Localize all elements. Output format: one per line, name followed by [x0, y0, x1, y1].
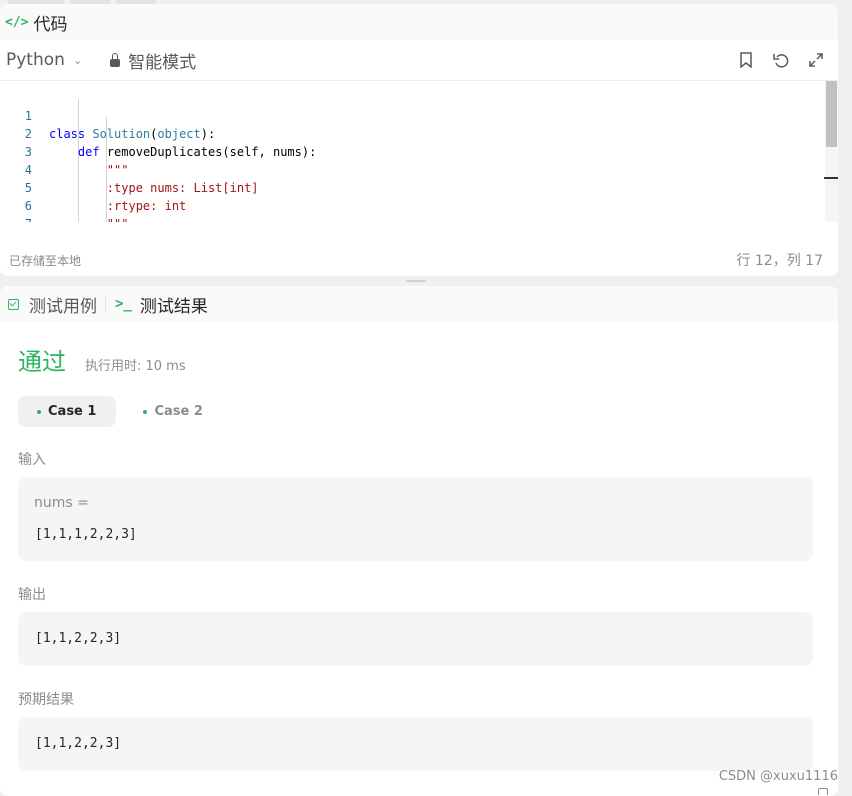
code-text: def removeDuplicates(self, nums): [77, 145, 317, 159]
code-panel-title: 代码 [33, 14, 68, 35]
mode-indicator[interactable]: 智能模式 [110, 48, 196, 73]
expected-box: [1,1,2,2,3] [18, 717, 813, 771]
undo-icon[interactable] [771, 50, 791, 70]
watermark: CSDN @xuxu1116 [718, 769, 838, 784]
scrollbar-thumb[interactable] [826, 81, 837, 147]
chevron-down-icon: ⌄ [72, 53, 83, 67]
expected-label: 预期结果 [18, 692, 74, 708]
code-icon: </> [5, 14, 29, 30]
code-text: """ [49, 163, 129, 177]
verdict-status: 通过 [18, 348, 66, 376]
output-label: 输出 [18, 587, 46, 603]
pass-dot-icon [37, 409, 41, 414]
mode-label: 智能模式 [128, 52, 197, 73]
case-tab-1[interactable]: Case 1 [18, 396, 117, 427]
code-line: 3 """ [0, 125, 129, 177]
input-label: 输入 [18, 452, 46, 468]
verdict-row: 通过 执行用时: 10 ms [18, 342, 186, 377]
language-selector[interactable]: Python ⌄ [6, 50, 82, 70]
case-label: Case 1 [48, 404, 97, 419]
code-line: 2 def removeDuplicates(self, nums): [0, 107, 317, 159]
code-text: """ [49, 215, 129, 222]
panel-resize-handle[interactable] [406, 280, 426, 282]
tab-testcases-label: 测试用例 [29, 296, 97, 317]
input-value: [1,1,1,2,2,3] [35, 527, 137, 542]
save-status: 已存储至本地 [9, 254, 82, 268]
cursor-marker [824, 177, 838, 179]
case-tab-2[interactable]: Case 2 [124, 396, 222, 427]
output-value: [1,1,2,2,3] [35, 631, 122, 646]
tab-divider [105, 297, 106, 311]
input-box: nums = [1,1,1,2,2,3] [18, 477, 813, 561]
terminal-icon: >_ [115, 296, 132, 312]
expand-icon[interactable] [806, 50, 826, 70]
case-tabs: Case 1 Case 2 [18, 396, 223, 427]
result-panel: 测试用例 >_ 测试结果 通过 执行用时: 10 ms Case 1 Case … [0, 286, 838, 796]
output-box: [1,1,2,2,3] [18, 612, 813, 666]
case-label: Case 2 [154, 404, 203, 419]
editor-toolbar: Python ⌄ 智能模式 [0, 40, 838, 81]
code-line: 8 for x in nums: [0, 215, 43, 222]
code-line: 6 """ [0, 179, 129, 222]
tab-results[interactable]: >_ 测试结果 [115, 292, 208, 317]
bookmark-icon[interactable] [736, 50, 756, 70]
code-panel: </> 代码 Python ⌄ 智能模式 1 class Solution(ob… [0, 4, 838, 276]
language-label: Python [6, 50, 65, 70]
editor-scrollbar[interactable] [824, 81, 838, 222]
expected-value: [1,1,2,2,3] [35, 736, 122, 751]
cursor-position: 行 12，列 17 [736, 253, 823, 269]
lock-icon [110, 53, 121, 67]
code-panel-header: </> 代码 [0, 4, 838, 40]
code-line: 7 k = 0 [0, 197, 43, 222]
code-line: 5 :rtype: int [0, 161, 187, 213]
input-variable-name: nums = [34, 495, 89, 511]
code-line: 4 :type nums: List[int] [0, 143, 259, 195]
code-text: class Solution(object): [49, 127, 216, 141]
runtime-label: 执行用时: 10 ms [85, 359, 186, 374]
code-editor[interactable]: 1 class Solution(object): 2 def removeDu… [0, 81, 838, 222]
tab-results-label: 测试结果 [139, 296, 208, 317]
checkbox-icon [8, 298, 19, 310]
pass-dot-icon [143, 409, 148, 414]
code-text: :type nums: List[int] [49, 181, 259, 195]
editor-status-bar: 已存储至本地 行 12，列 17 [0, 245, 838, 275]
code-line: 1 class Solution(object): [0, 89, 215, 141]
result-tabs: 测试用例 >_ 测试结果 [0, 286, 838, 322]
code-text: :rtype: int [49, 199, 187, 213]
tab-testcases[interactable]: 测试用例 [8, 292, 97, 317]
